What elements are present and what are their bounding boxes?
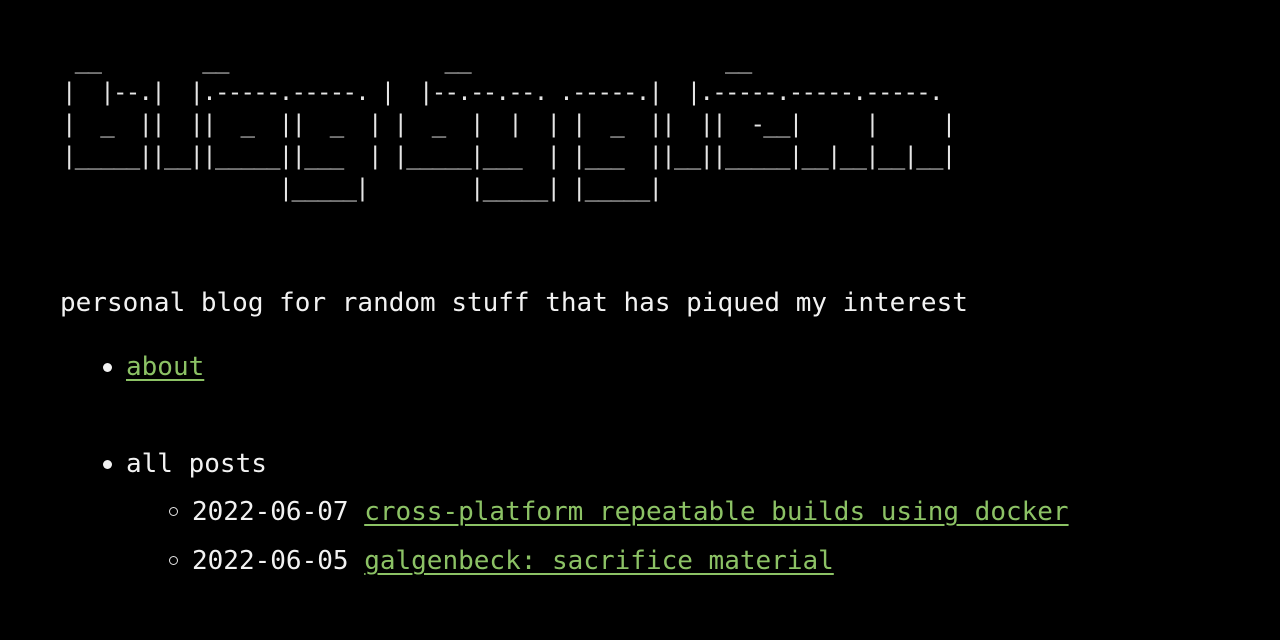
post-list: 2022-06-07 cross-platform repeatable bui…	[126, 495, 1069, 593]
posts-list: all posts 2022-06-07 cross-platform repe…	[100, 447, 1069, 593]
all-posts-section: all posts 2022-06-07 cross-platform repe…	[100, 447, 1069, 593]
all-posts-heading: all posts	[126, 449, 267, 479]
post-date: 2022-06-07	[192, 497, 365, 527]
blog-page: __ __ __ __ | |--.| |.-----.-----. | |--…	[0, 0, 1280, 640]
post-list-item: 2022-06-05 galgenbeck: sacrifice materia…	[126, 544, 1069, 593]
nav-item-about: about	[100, 350, 204, 384]
nav-list: about	[100, 350, 204, 384]
post-date: 2022-06-05	[192, 546, 365, 576]
circle-bullet-icon	[169, 556, 178, 565]
post-list-item: 2022-06-07 cross-platform repeatable bui…	[126, 495, 1069, 544]
blog-tagline: personal blog for random stuff that has …	[60, 288, 968, 318]
post-link[interactable]: galgenbeck: sacrifice material	[364, 546, 834, 576]
ascii-art-title: __ __ __ __ | |--.| |.-----.-----. | |--…	[62, 46, 956, 202]
about-link[interactable]: about	[126, 352, 204, 382]
bullet-icon	[103, 363, 112, 372]
post-link[interactable]: cross-platform repeatable builds using d…	[364, 497, 1068, 527]
bullet-icon	[103, 460, 112, 469]
circle-bullet-icon	[169, 507, 178, 516]
